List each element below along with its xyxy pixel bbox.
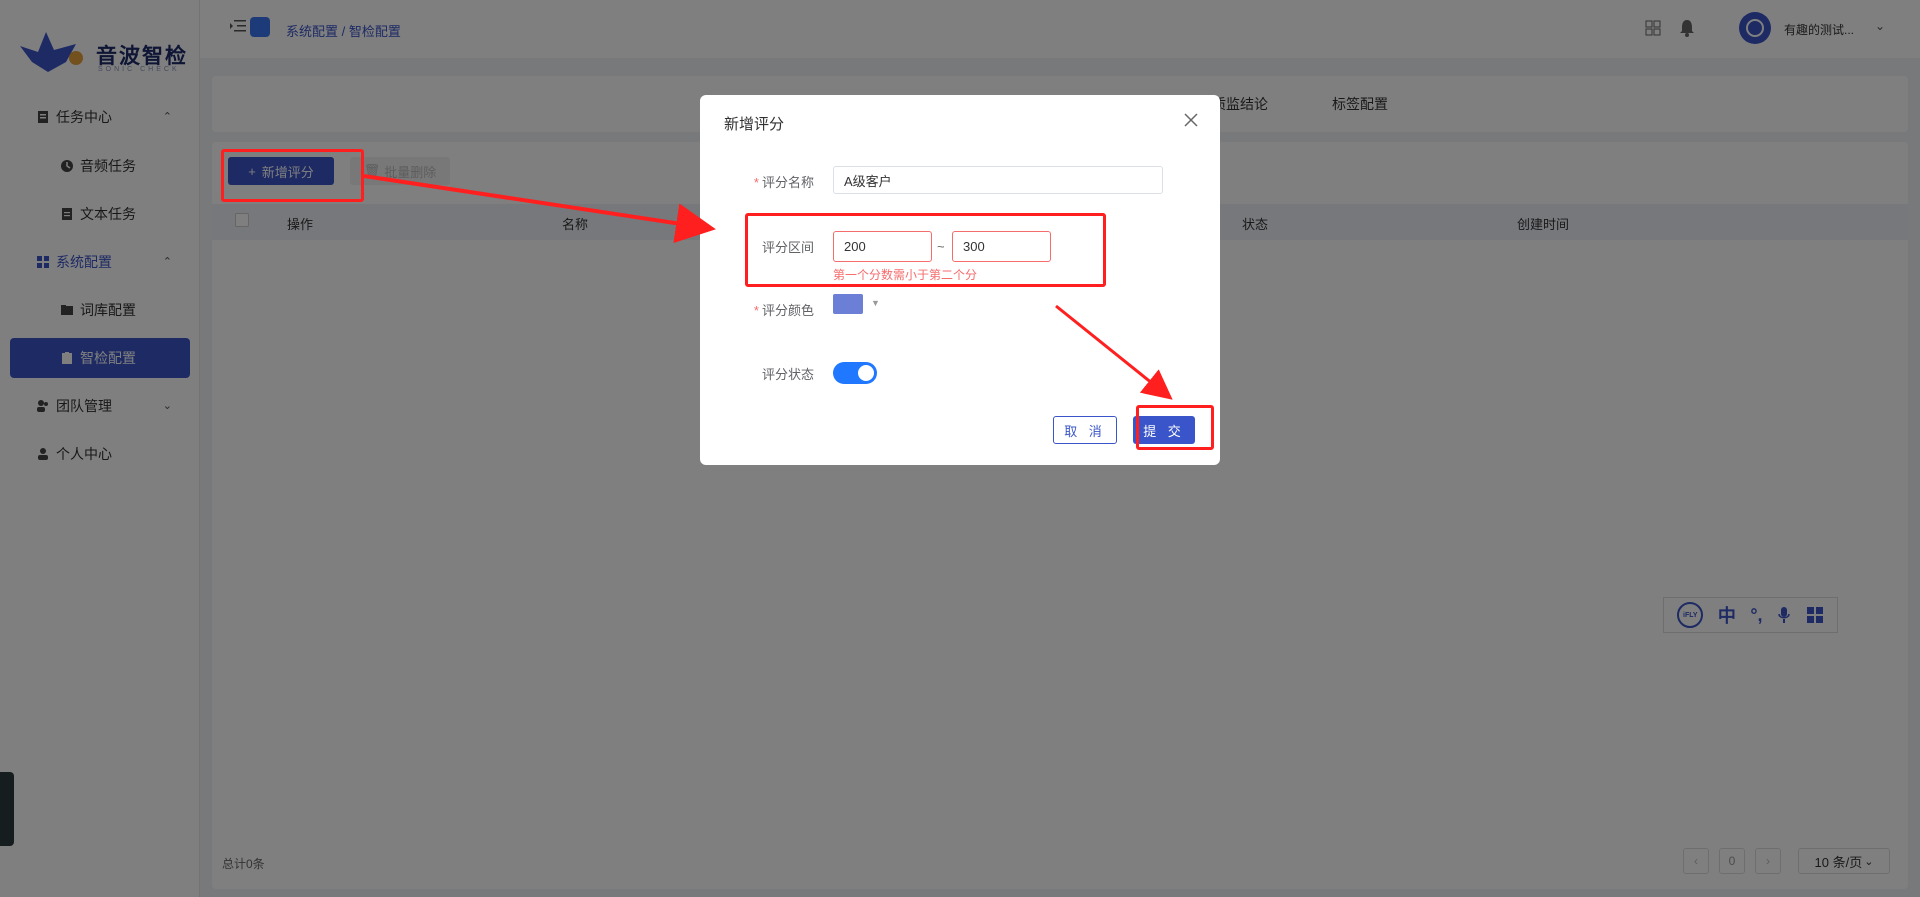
annotation-arrows [363, 174, 1173, 400]
annotation-arrow [1055, 304, 1173, 400]
annotation-arrow [363, 174, 716, 243]
